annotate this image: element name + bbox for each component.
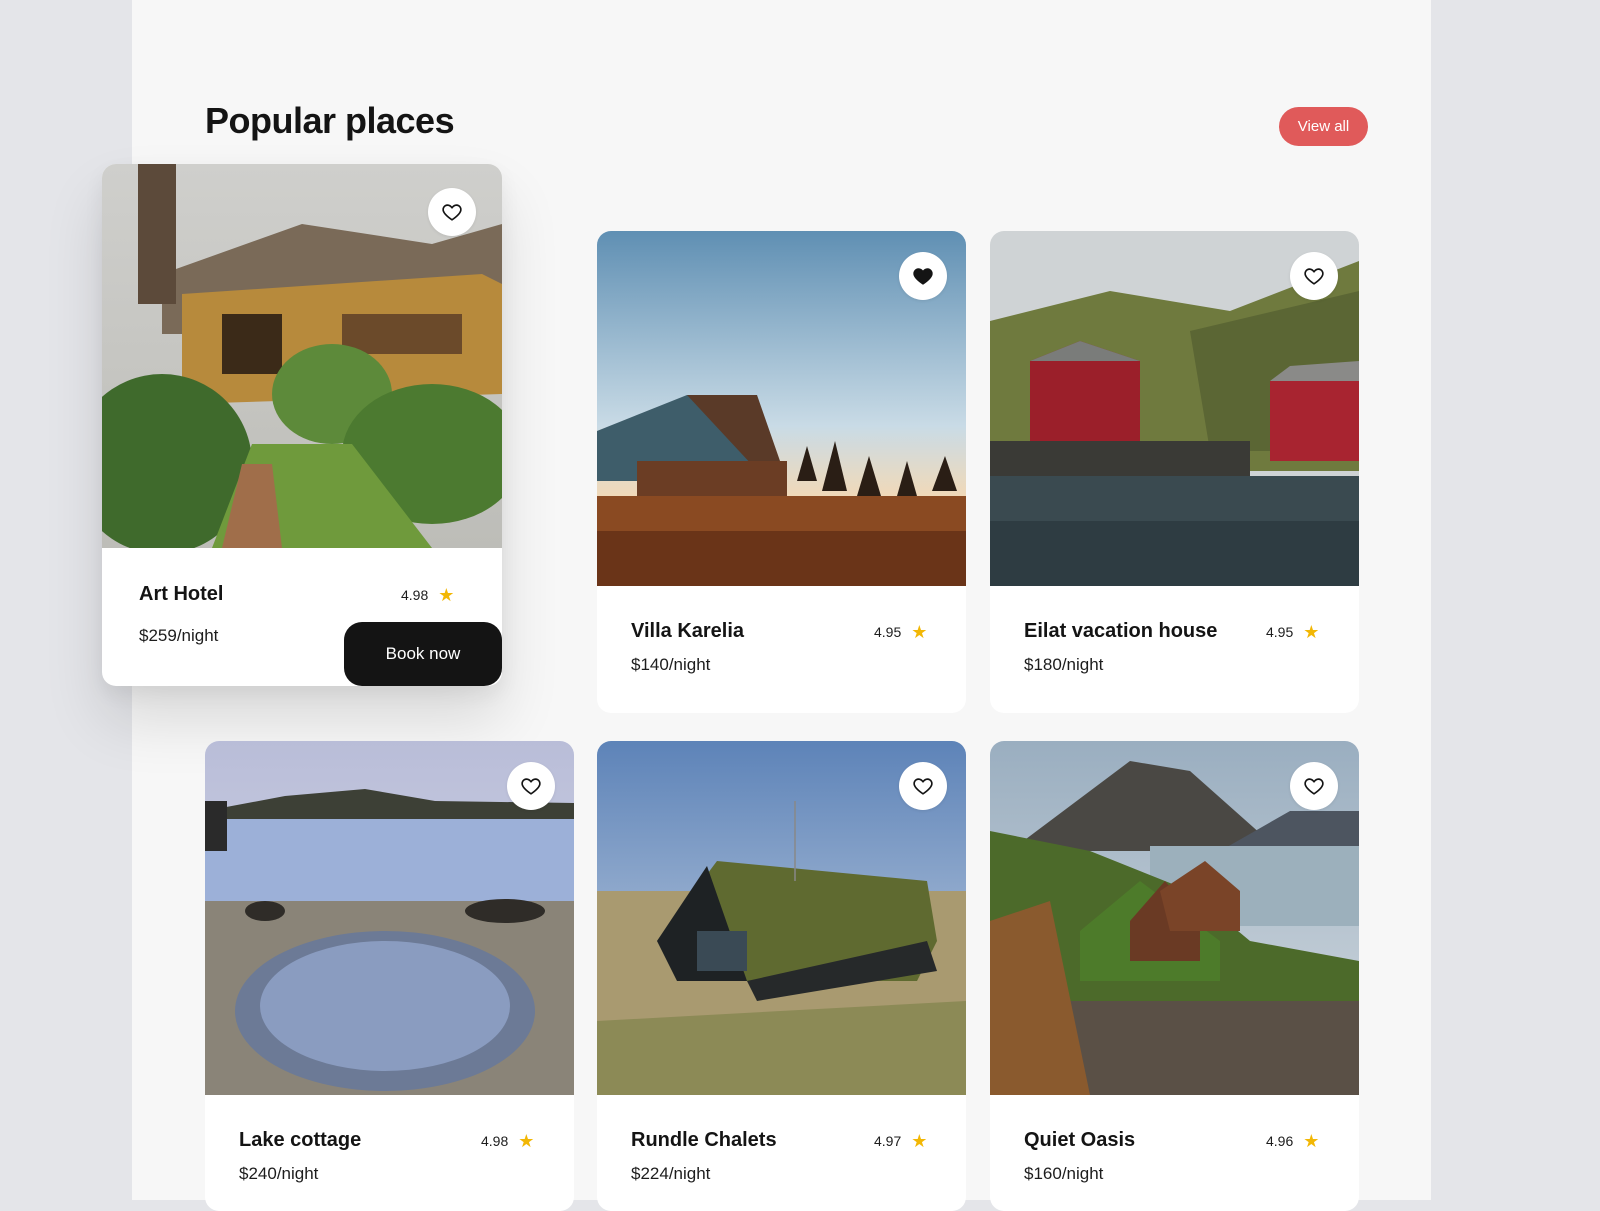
star-icon: ★ bbox=[1303, 622, 1320, 642]
heart-icon bbox=[521, 778, 541, 795]
place-name: Villa Karelia bbox=[631, 620, 745, 642]
place-name: Lake cottage bbox=[239, 1129, 362, 1151]
heart-icon bbox=[913, 268, 933, 285]
place-price: $240/night bbox=[239, 1164, 319, 1183]
star-icon: ★ bbox=[1303, 1131, 1320, 1151]
favorite-toggle[interactable] bbox=[1290, 252, 1338, 300]
favorite-toggle[interactable] bbox=[899, 252, 947, 300]
place-rating: 4.98 ★ bbox=[401, 586, 454, 604]
rating-value: 4.95 bbox=[1266, 624, 1294, 640]
place-rating: 4.97 ★ bbox=[874, 1132, 927, 1150]
heart-icon bbox=[1304, 268, 1324, 285]
heart-icon bbox=[913, 778, 933, 795]
place-card-eilat-vacation-house[interactable]: Eilat vacation house 4.95 ★ $180/night bbox=[990, 231, 1359, 713]
rating-value: 4.96 bbox=[1266, 1133, 1294, 1149]
heart-icon bbox=[1304, 778, 1324, 795]
place-card-villa-karelia[interactable]: Villa Karelia 4.95 ★ $140/night bbox=[597, 231, 966, 713]
favorite-toggle[interactable] bbox=[899, 762, 947, 810]
rating-value: 4.98 bbox=[401, 587, 429, 603]
place-name: Art Hotel bbox=[139, 583, 224, 605]
place-price: $140/night bbox=[631, 655, 711, 674]
place-card-art-hotel[interactable]: Art Hotel 4.98 ★ $259/night Book now bbox=[102, 164, 502, 686]
place-card-rundle-chalets[interactable]: Rundle Chalets 4.97 ★ $224/night bbox=[597, 741, 966, 1211]
heart-icon bbox=[442, 204, 462, 221]
place-price: $160/night bbox=[1024, 1164, 1104, 1183]
star-icon: ★ bbox=[518, 1131, 535, 1151]
rating-value: 4.97 bbox=[874, 1133, 902, 1149]
place-card-quiet-oasis[interactable]: Quiet Oasis 4.96 ★ $160/night bbox=[990, 741, 1359, 1211]
star-icon: ★ bbox=[438, 585, 455, 605]
place-rating: 4.98 ★ bbox=[481, 1132, 534, 1150]
place-price: $224/night bbox=[631, 1164, 711, 1183]
favorite-toggle[interactable] bbox=[507, 762, 555, 810]
place-card-lake-cottage[interactable]: Lake cottage 4.98 ★ $240/night bbox=[205, 741, 574, 1211]
favorite-toggle[interactable] bbox=[428, 188, 476, 236]
book-now-button[interactable]: Book now bbox=[344, 622, 502, 686]
place-name: Eilat vacation house bbox=[1024, 620, 1218, 642]
place-rating: 4.96 ★ bbox=[1266, 1132, 1319, 1150]
favorite-toggle[interactable] bbox=[1290, 762, 1338, 810]
rating-value: 4.95 bbox=[874, 624, 902, 640]
rating-value: 4.98 bbox=[481, 1133, 509, 1149]
star-icon: ★ bbox=[911, 622, 928, 642]
star-icon: ★ bbox=[911, 1131, 928, 1151]
place-rating: 4.95 ★ bbox=[1266, 623, 1319, 641]
place-name: Quiet Oasis bbox=[1024, 1129, 1136, 1151]
page-title: Popular places bbox=[205, 100, 455, 141]
place-rating: 4.95 ★ bbox=[874, 623, 927, 641]
place-name: Rundle Chalets bbox=[631, 1129, 777, 1151]
place-price: $259/night bbox=[139, 626, 219, 645]
view-all-button[interactable]: View all bbox=[1279, 107, 1368, 146]
place-price: $180/night bbox=[1024, 655, 1104, 674]
